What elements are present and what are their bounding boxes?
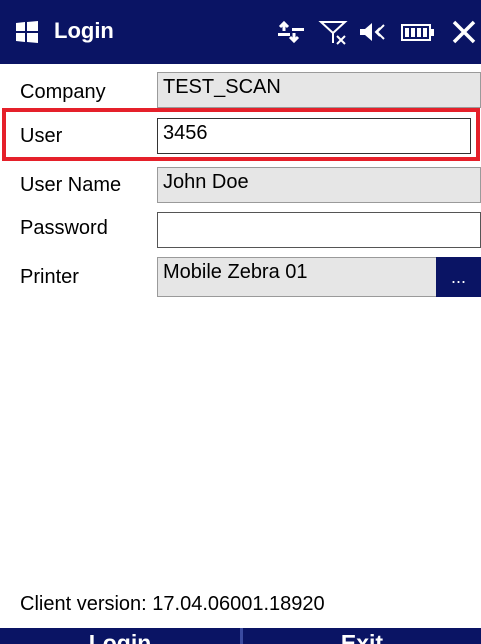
password-row: Password — [0, 212, 481, 252]
windows-logo-icon[interactable] — [14, 20, 40, 44]
company-row: Company TEST_SCAN — [0, 72, 481, 112]
company-field: TEST_SCAN — [157, 72, 481, 108]
user-row: User 3456 — [0, 116, 481, 156]
password-label: Password — [20, 217, 108, 239]
printer-browse-button[interactable]: ... — [436, 257, 481, 297]
user-name-field: John Doe — [157, 167, 481, 203]
printer-row: Printer Mobile Zebra 01 — [0, 257, 481, 301]
softkey-bar: Login Exit — [0, 628, 481, 644]
exit-button[interactable]: Exit — [243, 628, 481, 644]
client-version: Client version: 17.04.06001.18920 — [20, 593, 325, 615]
volume-icon[interactable] — [358, 19, 388, 45]
close-icon[interactable] — [449, 19, 479, 45]
user-name-row: User Name John Doe — [0, 167, 481, 207]
login-button[interactable]: Login — [0, 628, 240, 644]
company-label: Company — [20, 81, 106, 103]
connectivity-icon[interactable] — [276, 19, 306, 45]
printer-label: Printer — [20, 266, 79, 288]
password-input[interactable] — [157, 212, 481, 248]
window-title: Login — [54, 18, 114, 43]
user-input[interactable]: 3456 — [157, 118, 471, 154]
printer-field: Mobile Zebra 01 — [157, 257, 437, 297]
signal-off-icon[interactable] — [318, 19, 348, 45]
user-name-label: User Name — [20, 174, 122, 196]
battery-icon[interactable] — [400, 19, 436, 45]
title-bar: Login — [0, 0, 481, 64]
user-label: User — [20, 125, 63, 147]
